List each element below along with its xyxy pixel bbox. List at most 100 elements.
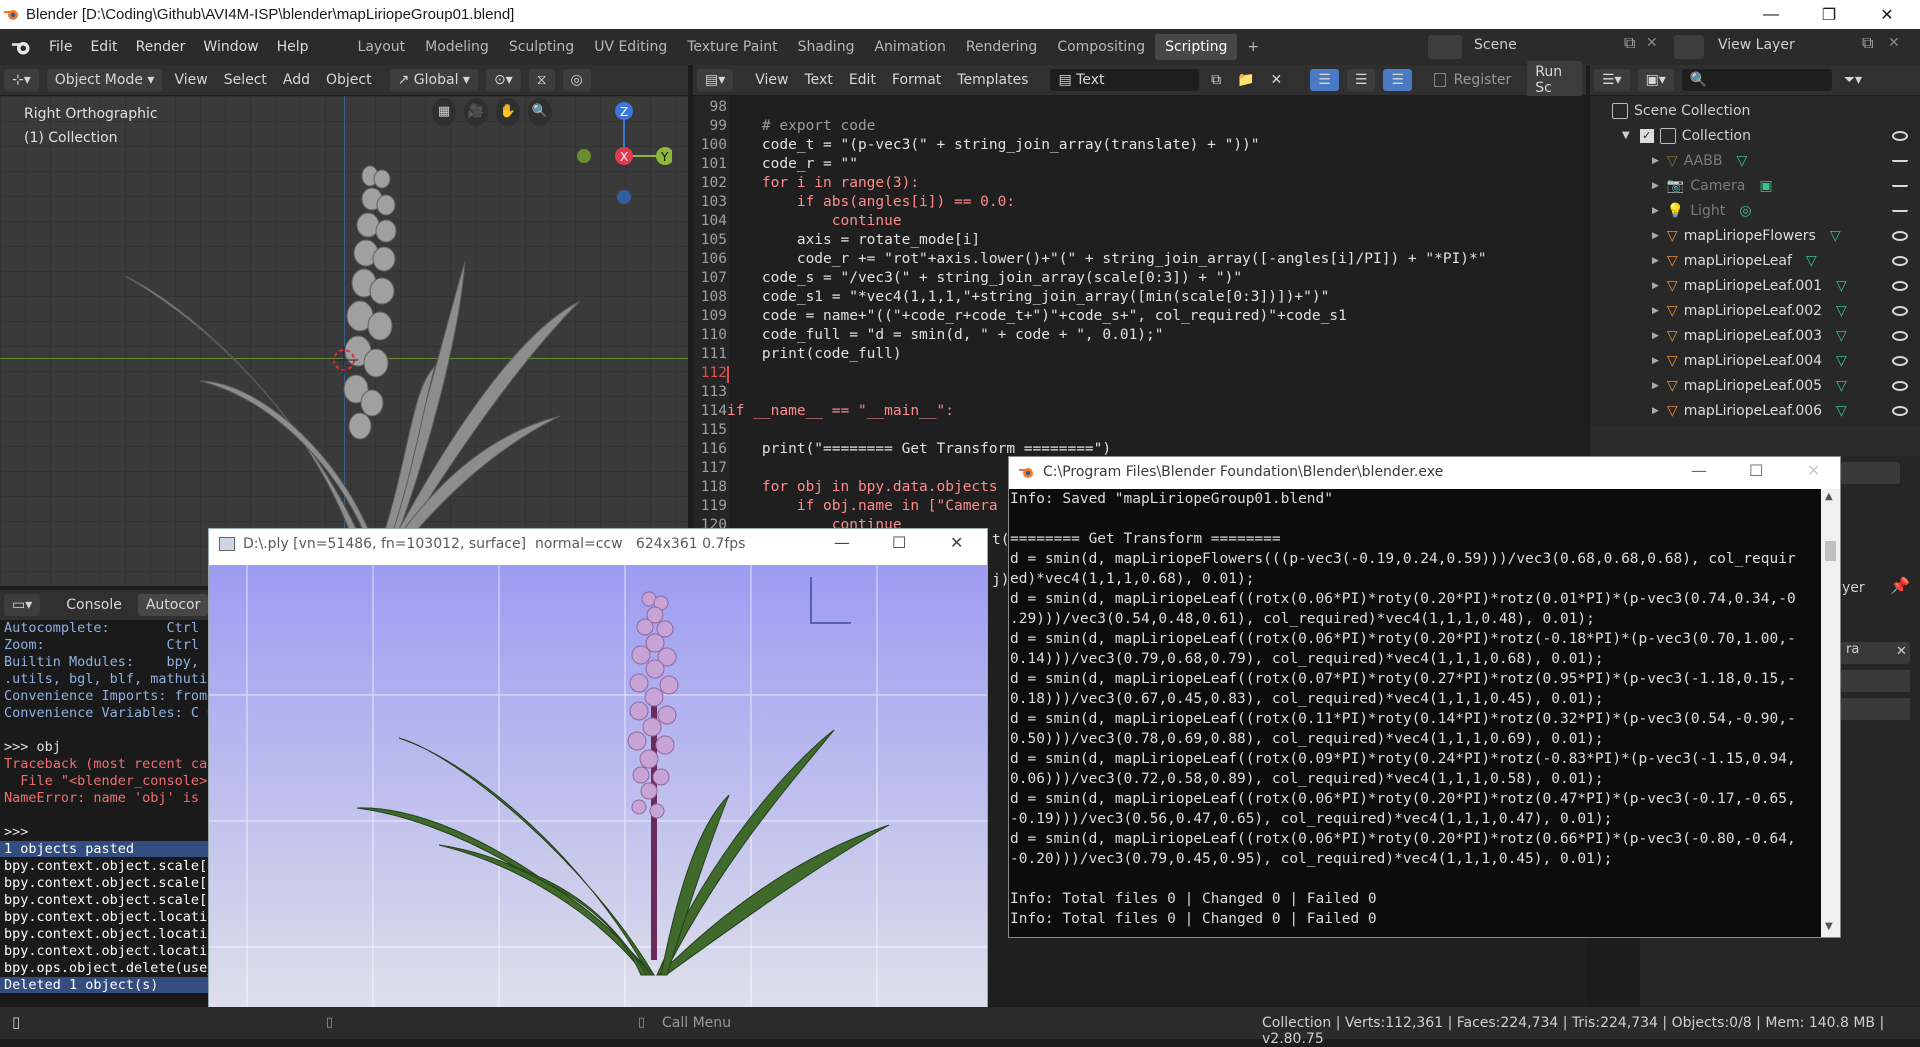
visibility-eye-icon[interactable] <box>1892 380 1908 391</box>
outliner-search-input[interactable]: 🔍 <box>1681 69 1832 91</box>
scrollbar-thumb[interactable] <box>1825 541 1836 561</box>
pin-icon[interactable]: 📌 <box>1890 576 1910 595</box>
new-scene-icon[interactable]: ⧉ <box>1624 33 1635 53</box>
close-window-button[interactable]: ✕ <box>1858 0 1916 29</box>
ply-render-canvas[interactable] <box>209 565 987 1014</box>
visibility-eye-icon[interactable] <box>1892 305 1908 316</box>
visibility-eye-icon[interactable] <box>1892 330 1908 341</box>
tab-scripting[interactable]: Scripting <box>1155 34 1238 60</box>
viewport-menu-add[interactable]: Add <box>275 72 318 88</box>
delete-scene-icon[interactable]: ✕ <box>1646 35 1658 51</box>
menu-edit[interactable]: Edit <box>81 39 126 55</box>
outliner-item[interactable]: ▶ ▽ mapLiriopeLeaf.004 ▽ <box>1590 348 1920 373</box>
filter-icon[interactable]: ⏷▾ <box>1836 72 1870 88</box>
expand-icon[interactable]: ▶ <box>1652 406 1659 416</box>
display-mode-icon[interactable]: ▣▾ <box>1637 69 1674 91</box>
outliner-item[interactable]: ▶ ▽ mapLiriopeLeaf.006 ▽ <box>1590 398 1920 423</box>
expand-icon[interactable]: ▶ <box>1652 156 1659 166</box>
3d-viewport[interactable]: Right Orthographic (1) Collection ▦ 🎥 ✋ … <box>0 96 688 586</box>
expand-icon[interactable]: ▶ <box>1652 381 1659 391</box>
minimize-button[interactable]: — <box>1742 0 1800 29</box>
console-tab-console[interactable]: Console <box>58 597 130 613</box>
terminal-close-button[interactable]: ✕ <box>1807 461 1820 480</box>
delete-view-layer-icon[interactable]: ✕ <box>1888 35 1900 51</box>
collection-checkbox[interactable]: ✓ <box>1639 128 1654 143</box>
outliner-item[interactable]: ▶ ▽ mapLiriopeFlowers ▽ <box>1590 223 1920 248</box>
hidden-eye-icon[interactable] <box>1892 159 1908 162</box>
orientation-dropdown[interactable]: ↗ Global ▾ <box>389 69 478 91</box>
visibility-eye-icon[interactable] <box>1892 230 1908 241</box>
text-menu-view[interactable]: View <box>747 72 796 88</box>
viewport-menu-object[interactable]: Object <box>318 72 380 88</box>
collection-expand-icon[interactable]: ▼ <box>1622 130 1630 141</box>
text-menu-templates[interactable]: Templates <box>949 72 1036 88</box>
visibility-eye-icon[interactable] <box>1892 355 1908 366</box>
outliner-item[interactable]: ▶ ▽ mapLiriopeLeaf.002 ▽ <box>1590 298 1920 323</box>
menu-file[interactable]: File <box>40 39 81 55</box>
object-mode-dropdown[interactable]: Object Mode ▾ <box>46 69 163 91</box>
scene-selector-icon[interactable] <box>1428 35 1462 59</box>
tab-texture-paint[interactable]: Texture Paint <box>677 34 787 60</box>
proportional-edit-icon[interactable]: ◎ <box>562 69 591 91</box>
view-layer-icon[interactable] <box>1674 35 1704 59</box>
expand-icon[interactable]: ▶ <box>1652 231 1659 241</box>
expand-icon[interactable]: ▶ <box>1652 181 1659 191</box>
tab-layout[interactable]: Layout <box>348 34 416 60</box>
outliner-collection[interactable]: ▼ ✓ Collection <box>1590 123 1920 148</box>
outliner-item[interactable]: ▶ ▽ mapLiriopeLeaf ▽ <box>1590 248 1920 273</box>
expand-icon[interactable]: ▶ <box>1652 331 1659 341</box>
menu-help[interactable]: Help <box>268 39 318 55</box>
scene-name[interactable]: Scene <box>1474 37 1517 53</box>
tab-uv-editing[interactable]: UV Editing <box>584 34 677 60</box>
ply-maximize-button[interactable]: ☐ <box>892 533 906 552</box>
ply-close-button[interactable]: ✕ <box>950 533 963 552</box>
navigation-gizmo[interactable]: Z X Y <box>572 96 672 208</box>
run-script-button[interactable]: Run Sc <box>1527 61 1582 99</box>
word-wrap-toggle-icon[interactable]: ☰ <box>1346 69 1376 91</box>
properties-field[interactable] <box>1840 462 1900 484</box>
text-menu-format[interactable]: Format <box>884 72 949 88</box>
view-layer-tab-fragment[interactable]: yer <box>1842 580 1865 596</box>
properties-row-1[interactable] <box>1840 670 1910 692</box>
hidden-eye-icon[interactable] <box>1892 209 1908 212</box>
tab-compositing[interactable]: Compositing <box>1047 34 1155 60</box>
editor-type-icon[interactable]: ⊹▾ <box>4 69 39 91</box>
view-layer-name[interactable]: View Layer <box>1718 37 1795 53</box>
expand-icon[interactable]: ▶ <box>1652 356 1659 366</box>
outliner-item[interactable]: ▶ ▽ mapLiriopeLeaf.005 ▽ <box>1590 373 1920 398</box>
visibility-eye-icon[interactable] <box>1892 255 1908 266</box>
tab-animation[interactable]: Animation <box>864 34 955 60</box>
blender-terminal-window[interactable]: C:\Program Files\Blender Foundation\Blen… <box>1008 456 1841 938</box>
expand-icon[interactable]: ▶ <box>1652 256 1659 266</box>
tab-sculpting[interactable]: Sculpting <box>499 34 584 60</box>
outliner-item[interactable]: ▶ ▽ mapLiriopeLeaf.003 ▽ <box>1590 323 1920 348</box>
console-editor-type-icon[interactable]: ▭▾ <box>4 594 41 616</box>
collection-visibility-icon[interactable] <box>1892 130 1908 141</box>
outliner-item[interactable]: ▶ 📷 Camera ▣ <box>1590 173 1920 198</box>
zoom-icon[interactable]: 🔍 <box>528 98 552 126</box>
visibility-eye-icon[interactable] <box>1892 405 1908 416</box>
expand-icon[interactable]: ▶ <box>1652 206 1659 216</box>
syntax-highlight-toggle-icon[interactable]: ☰ <box>1383 69 1412 91</box>
menu-render[interactable]: Render <box>127 39 195 55</box>
maximize-button[interactable]: ❐ <box>1800 0 1858 29</box>
ply-minimize-button[interactable]: — <box>834 533 850 552</box>
text-menu-edit[interactable]: Edit <box>841 72 884 88</box>
unlink-text-icon[interactable]: ✕ <box>1263 72 1291 88</box>
tab-modeling[interactable]: Modeling <box>415 34 499 60</box>
clear-field-icon[interactable]: ✕ <box>1896 644 1907 659</box>
outliner-item[interactable]: ▶ 💡 Light ◎ <box>1590 198 1920 223</box>
gizmo-neg-z-icon[interactable] <box>617 190 631 204</box>
terminal-output[interactable]: Info: Saved "mapLiriopeGroup01.blend" ===… <box>1009 489 1821 937</box>
outliner-scene-collection[interactable]: Scene Collection <box>1590 98 1920 123</box>
outliner-item[interactable]: ▶ ▽ mapLiriopeLeaf.001 ▽ <box>1590 273 1920 298</box>
text-editor-type-icon[interactable]: ▤▾ <box>697 69 734 91</box>
console-tab-autocomplete[interactable]: Autocor <box>137 594 209 616</box>
terminal-maximize-button[interactable]: ☐ <box>1749 461 1763 480</box>
visibility-eye-icon[interactable] <box>1892 280 1908 291</box>
gizmo-neg-y-icon[interactable] <box>577 149 591 163</box>
menu-window[interactable]: Window <box>194 39 267 55</box>
register-checkbox[interactable] <box>1433 73 1446 87</box>
outliner-item[interactable]: ▶ ▽ AABB ▽ <box>1590 148 1920 173</box>
line-numbers-toggle-icon[interactable]: ☰ <box>1310 69 1339 91</box>
